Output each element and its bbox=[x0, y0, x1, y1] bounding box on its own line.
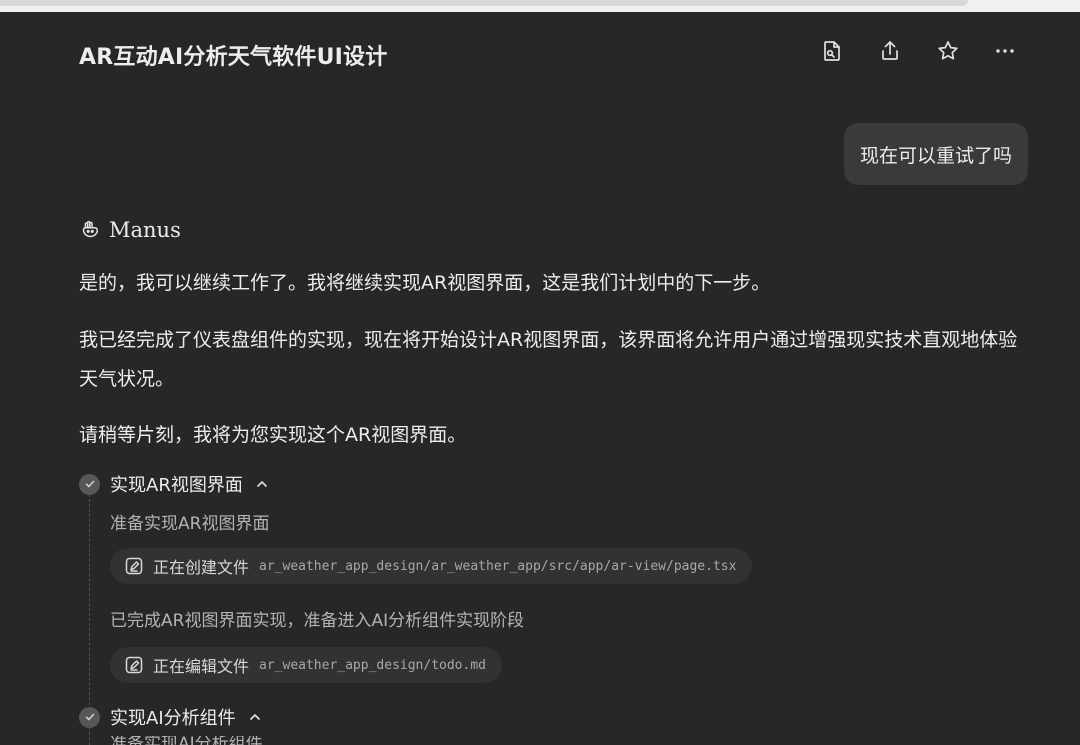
tool-action-label: 正在创建文件 bbox=[153, 558, 250, 577]
tool-chip-edit-file[interactable]: 正在编辑文件 ar_weather_app_design/todo.md bbox=[110, 647, 502, 683]
tool-chip-create-file[interactable]: 正在创建文件 ar_weather_app_design/ar_weather_… bbox=[110, 548, 753, 584]
edit-icon bbox=[125, 656, 143, 674]
tool-file-path: ar_weather_app_design/ar_weather_app/src… bbox=[259, 558, 737, 574]
browser-address-bar[interactable] bbox=[0, 0, 968, 6]
chevron-up-icon[interactable] bbox=[248, 710, 262, 724]
step-ar-view[interactable]: 实现AR视图界面 bbox=[79, 471, 269, 497]
user-message-text: 现在可以重试了吗 bbox=[859, 144, 1012, 167]
step-ai-analysis[interactable]: 实现AI分析组件 bbox=[79, 704, 262, 730]
tool-action-label: 正在编辑文件 bbox=[153, 657, 250, 676]
step-status-text: 准备实现AR视图界面 bbox=[110, 514, 270, 534]
check-icon bbox=[79, 473, 100, 495]
step-title: 实现AI分析组件 bbox=[110, 708, 236, 729]
manus-logo-icon bbox=[82, 220, 99, 238]
more-icon[interactable] bbox=[988, 34, 1022, 68]
assistant-paragraph-1: 是的，我可以继续工作了。我将继续实现AR视图界面，这是我们计划中的下一步。 bbox=[79, 272, 771, 294]
user-message-bubble: 现在可以重试了吗 bbox=[843, 123, 1028, 185]
assistant-header: Manus bbox=[79, 218, 181, 242]
assistant-paragraph-2: 我已经完成了仪表盘组件的实现，现在将开始设计AR视图界面，该界面将允许用户通过增… bbox=[79, 329, 1018, 390]
assistant-paragraph-3: 请稍等片刻，我将为您实现这个AR视图界面。 bbox=[79, 424, 467, 446]
star-icon[interactable] bbox=[931, 34, 965, 68]
document-icon[interactable] bbox=[815, 34, 849, 68]
browser-top-strip bbox=[0, 0, 1080, 12]
step-title: 实现AR视图界面 bbox=[110, 475, 243, 496]
step-status-text: 已完成AR视图界面实现，准备进入AI分析组件实现阶段 bbox=[110, 611, 525, 631]
check-icon bbox=[79, 706, 100, 728]
chat-header: AR互动AI分析天气软件UI设计 bbox=[0, 12, 1080, 92]
tool-file-path: ar_weather_app_design/todo.md bbox=[259, 657, 486, 673]
step-status-text: 准备实现AI分析组件 bbox=[110, 736, 263, 745]
assistant-name: Manus bbox=[109, 218, 181, 242]
page-title: AR互动AI分析天气软件UI设计 bbox=[79, 45, 388, 70]
share-icon[interactable] bbox=[873, 34, 907, 68]
chevron-up-icon[interactable] bbox=[255, 477, 269, 491]
edit-icon bbox=[125, 557, 143, 575]
